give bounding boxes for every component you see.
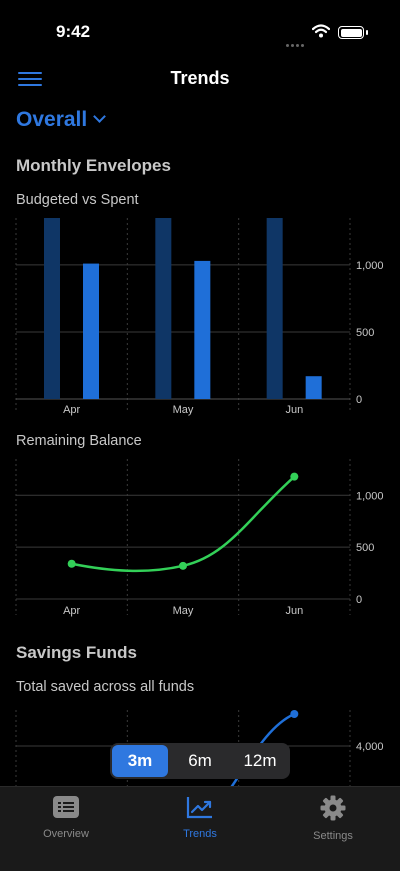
y-tick-label: 4,000	[356, 741, 384, 753]
x-tick-label: May	[173, 404, 194, 416]
battery-icon	[338, 26, 368, 39]
tab-overview-label: Overview	[43, 828, 89, 840]
page-title: Trends	[170, 68, 230, 88]
chart-icon	[186, 797, 212, 819]
data-point	[179, 561, 187, 570]
status-bar: 9:42	[0, 0, 400, 60]
data-point	[290, 472, 299, 481]
y-tick-label: 1,000	[356, 260, 384, 272]
data-point	[290, 710, 299, 718]
series-line	[71, 475, 296, 573]
tab-settings-label: Settings	[313, 830, 353, 842]
signal-icon	[286, 34, 306, 52]
bar-budgeted	[266, 218, 283, 399]
bar-budgeted	[155, 218, 172, 399]
y-tick-label: 0	[356, 394, 362, 406]
tab-trends-label: Trends	[183, 828, 217, 840]
x-tick-label: Jun	[285, 605, 303, 617]
clock: 9:42	[56, 22, 91, 41]
filter-dropdown[interactable]: Overall	[16, 108, 107, 132]
range-option-12m[interactable]: 12m	[232, 745, 288, 777]
data-point	[67, 559, 76, 568]
x-tick-label: May	[173, 605, 194, 617]
wifi-icon	[312, 24, 330, 38]
bar-spent	[305, 376, 322, 399]
x-tick-label: Jun	[285, 404, 303, 416]
bar-spent	[194, 260, 211, 399]
bar-spent	[83, 263, 99, 399]
section-heading-savings: Savings Funds	[16, 643, 137, 662]
chart-title-remaining-balance: Remaining Balance	[16, 433, 142, 449]
x-tick-label: Apr	[63, 404, 80, 416]
x-tick-label: Apr	[63, 605, 80, 617]
budget-bar-chart: 0 500 1,000 Apr May Jun	[15, 218, 384, 416]
filter-label: Overall	[16, 108, 88, 131]
chart-title-budgeted-vs-spent: Budgeted vs Spent	[16, 192, 139, 208]
chevron-down-icon	[93, 110, 107, 123]
list-icon	[53, 796, 79, 818]
y-tick-label: 0	[356, 594, 362, 606]
y-tick-label: 1,000	[356, 490, 384, 502]
section-heading-envelopes: Monthly Envelopes	[16, 156, 171, 175]
bar-budgeted	[44, 218, 60, 399]
tab-overview[interactable]: Overview	[11, 795, 121, 840]
gear-icon	[320, 795, 346, 821]
y-tick-label: 500	[356, 327, 374, 339]
range-option-6m[interactable]: 6m	[172, 745, 228, 777]
tab-trends[interactable]: Trends	[145, 795, 255, 840]
range-option-3m[interactable]: 3m	[112, 745, 168, 777]
chart-title-savings: Total saved across all funds	[16, 679, 195, 695]
tab-settings[interactable]: Settings	[278, 795, 388, 842]
y-tick-label: 500	[356, 542, 374, 554]
tab-bar: Overview Trends Settings	[0, 786, 400, 871]
remaining-line-chart: 0 500 1,000 Apr May Jun	[15, 459, 384, 617]
range-selector: 3m 6m 12m	[110, 743, 290, 779]
